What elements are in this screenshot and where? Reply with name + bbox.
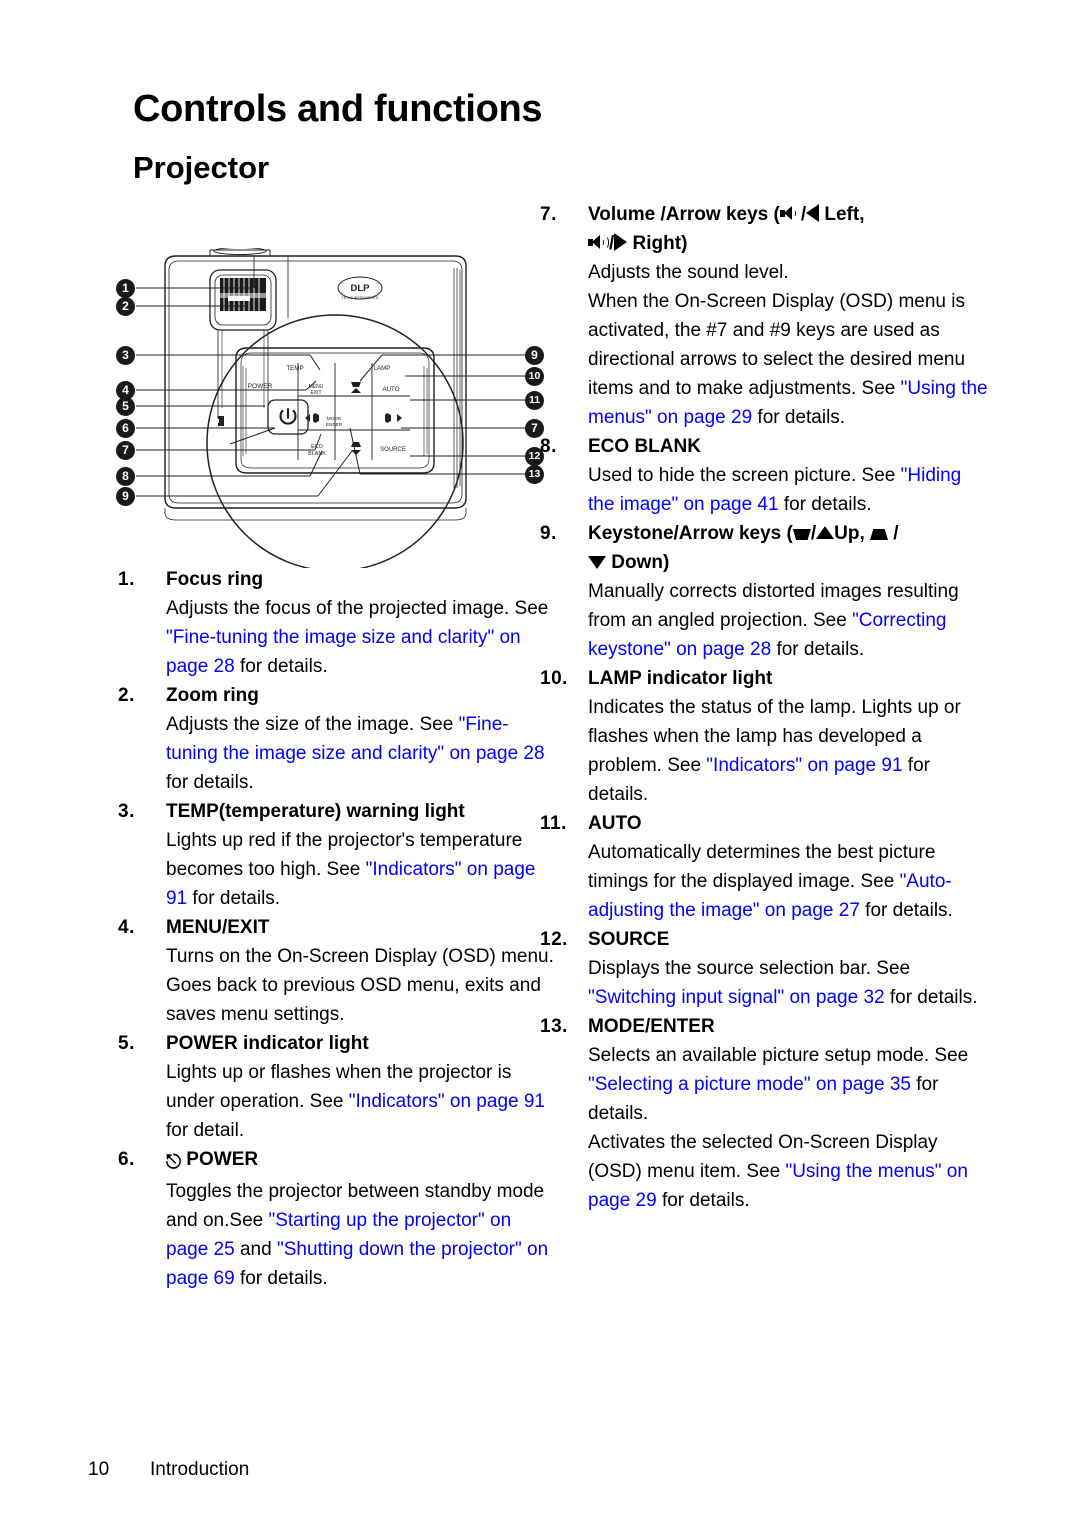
- svg-text:TEXAS INSTRUMENTS: TEXAS INSTRUMENTS: [342, 296, 379, 300]
- control-item: 5. POWER indicator light Lights up or flas…: [118, 1029, 558, 1145]
- svg-text:AUTO: AUTO: [382, 386, 399, 393]
- callout-1: 1: [116, 279, 135, 298]
- callout-9: 9: [116, 487, 135, 506]
- control-item: 12. SOURCE Displays the source selection b…: [540, 925, 988, 1012]
- control-item: 6. ⎋ POWER Toggles the projector between s…: [118, 1145, 558, 1293]
- control-item-body: POWER indicator light Lights up or flashe…: [166, 1029, 558, 1145]
- projector-illustration: DLP TEXAS INSTRUMENTS TEMP LAMP POWER ME…: [136, 247, 530, 572]
- control-item-title: ECO BLANK: [588, 436, 701, 457]
- control-item-description: Selects an available picture setup mode.…: [588, 1045, 969, 1211]
- control-item-body: AUTO Automatically determines the best pi…: [588, 809, 988, 925]
- control-item-number: 11.: [540, 813, 567, 834]
- dlp-logo: DLP TEXAS INSTRUMENTS: [337, 276, 383, 300]
- control-item-number: 5.: [118, 1033, 135, 1054]
- control-item-title: Keystone/Arrow keys (/ Up, / Down): [588, 523, 899, 573]
- control-item-description: Used to hide the screen picture. See "Hi…: [588, 465, 962, 515]
- control-item-description: Adjusts the sound level. When the On-Scre…: [588, 262, 988, 428]
- control-item-title: MENU/EXIT: [166, 917, 270, 938]
- callout-2: 2: [116, 297, 135, 316]
- svg-text:BLANK: BLANK: [308, 451, 326, 457]
- control-item: 13. MODE/ENTER Selects an available pictur…: [540, 1012, 988, 1215]
- projector-diagram: DLP TEXAS INSTRUMENTS TEMP LAMP POWER ME…: [110, 247, 560, 572]
- svg-text:ENTER: ENTER: [326, 422, 343, 428]
- control-item-title: Volume /Arrow keys (/ Left, / Right): [588, 204, 865, 254]
- page-title: Controls and functions: [133, 88, 543, 130]
- control-item-body: MENU/EXIT Turns on the On-Screen Display …: [166, 913, 558, 1029]
- control-item-body: Volume /Arrow keys (/ Left, / Right) Adjus…: [588, 200, 988, 432]
- control-item-body: Zoom ring Adjusts the size of the image. …: [166, 681, 558, 797]
- control-item: 7. Volume /Arrow keys (/ Left, / Right) Adj…: [540, 200, 988, 432]
- controls-list-right: 7. Volume /Arrow keys (/ Left, / Right) Adj…: [540, 200, 988, 1215]
- control-item-description: Lights up or flashes when the projector …: [166, 1062, 545, 1141]
- svg-text:DLP: DLP: [351, 283, 371, 294]
- control-item-description: Adjusts the focus of the projected image…: [166, 598, 549, 677]
- control-item-number: 8.: [540, 436, 557, 457]
- control-item-body: SOURCE Displays the source selection bar.…: [588, 925, 988, 1012]
- control-item-description: Adjusts the size of the image. See "Fine…: [166, 714, 545, 793]
- control-item-body: Keystone/Arrow keys (/ Up, / Down) Manuall…: [588, 519, 988, 664]
- control-item-body: MODE/ENTER Selects an available picture s…: [588, 1012, 988, 1215]
- callout-7: 7: [116, 441, 135, 460]
- control-item-description: Turns on the On-Screen Display (OSD) men…: [166, 946, 554, 1025]
- control-item-title: POWER indicator light: [166, 1033, 369, 1054]
- callout-5: 5: [116, 397, 135, 416]
- control-item-description: Lights up red if the projector's tempera…: [166, 830, 536, 909]
- callout-8: 8: [116, 467, 135, 486]
- control-item-description: Toggles the projector between standby mo…: [166, 1181, 549, 1289]
- control-item-number: 2.: [118, 685, 135, 706]
- control-item-title: MODE/ENTER: [588, 1016, 715, 1037]
- page-footer: 10 Introduction: [88, 1459, 249, 1481]
- svg-text:EXIT: EXIT: [310, 390, 321, 396]
- svg-text:LAMP: LAMP: [374, 365, 391, 372]
- footer-section-label: Introduction: [150, 1459, 250, 1480]
- svg-text:SOURCE: SOURCE: [380, 447, 406, 453]
- control-item-description: Manually corrects distorted images resul…: [588, 581, 959, 660]
- control-item-number: 13.: [540, 1016, 568, 1037]
- control-item-description: Automatically determines the best pictur…: [588, 842, 953, 921]
- control-item: 11. AUTO Automatically determines the best…: [540, 809, 988, 925]
- control-item-number: 9.: [540, 523, 557, 544]
- control-item-number: 10.: [540, 668, 568, 689]
- control-item-title: AUTO: [588, 813, 642, 834]
- control-item-title: ⎋ POWER: [166, 1149, 259, 1173]
- control-item-number: 12.: [540, 929, 568, 950]
- footer-page-number: 10: [88, 1459, 110, 1480]
- control-item: 10. LAMP indicator light Indicates the sta…: [540, 664, 988, 809]
- svg-text:MODE: MODE: [327, 416, 342, 422]
- control-item-body: LAMP indicator light Indicates the status…: [588, 664, 988, 809]
- control-item-body: ⎋ POWER Toggles the projector between sta…: [166, 1145, 558, 1293]
- control-item-number: 4.: [118, 917, 135, 938]
- control-item-title: Zoom ring: [166, 685, 259, 706]
- control-item-number: 1.: [118, 569, 135, 590]
- control-item: 4. MENU/EXIT Turns on the On-Screen Displa…: [118, 913, 558, 1029]
- callout-6: 6: [116, 419, 135, 438]
- control-item-number: 6.: [118, 1149, 135, 1170]
- manual-page: Controls and functions Projector DLP TEX…: [0, 0, 1080, 1529]
- control-item: 3. TEMP(temperature) warning light Lights …: [118, 797, 558, 913]
- section-heading: Projector: [133, 150, 270, 185]
- svg-text:TEMP: TEMP: [286, 365, 303, 372]
- control-item: 9. Keystone/Arrow keys (/ Up, / Down) Manua…: [540, 519, 988, 664]
- control-item-body: Focus ring Adjusts the focus of the proje…: [166, 565, 558, 681]
- control-item: 8. ECO BLANK Used to hide the screen pictu…: [540, 432, 988, 519]
- svg-text:POWER: POWER: [248, 383, 273, 390]
- control-item: 1. Focus ring Adjusts the focus of the pro…: [118, 565, 558, 681]
- control-item-title: Focus ring: [166, 569, 264, 590]
- control-item: 2. Zoom ring Adjusts the size of the image…: [118, 681, 558, 797]
- control-item-description: Indicates the status of the lamp. Lights…: [588, 697, 961, 805]
- control-item-description: Displays the source selection bar. See "…: [588, 958, 978, 1008]
- power-button-illustration: [267, 399, 309, 435]
- control-item-title: SOURCE: [588, 929, 670, 950]
- control-item-title: TEMP(temperature) warning light: [166, 801, 465, 822]
- control-item-number: 7.: [540, 204, 557, 225]
- controls-list-left: 1. Focus ring Adjusts the focus of the pro…: [118, 565, 558, 1293]
- port-icon: [217, 416, 224, 426]
- callout-3: 3: [116, 346, 135, 365]
- control-item-number: 3.: [118, 801, 135, 822]
- control-item-body: TEMP(temperature) warning light Lights up…: [166, 797, 558, 913]
- control-item-body: ECO BLANK Used to hide the screen picture…: [588, 432, 988, 519]
- control-item-title: LAMP indicator light: [588, 668, 773, 689]
